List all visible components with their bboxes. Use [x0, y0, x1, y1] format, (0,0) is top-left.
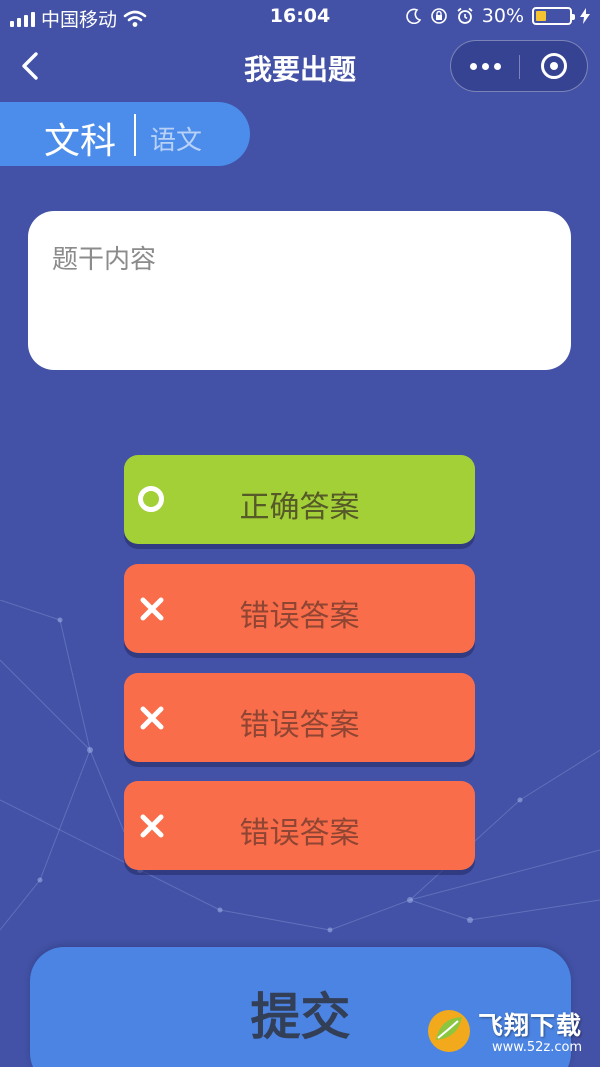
category-selector[interactable]: 文科 语文	[0, 102, 250, 166]
answer-label: 错误答案	[239, 708, 360, 743]
question-stem-input[interactable]	[28, 211, 571, 370]
category-divider	[134, 114, 136, 156]
battery-level-fill	[536, 11, 546, 21]
category-main-label: 文科	[44, 121, 117, 162]
status-bar: 中国移动 16:04 30%	[0, 0, 600, 34]
mini-program-capsule	[450, 40, 588, 92]
answer-label: 错误答案	[239, 599, 360, 634]
status-right: 30%	[406, 5, 590, 27]
watermark-domain: www.52z.com	[492, 1040, 583, 1055]
battery-percent: 30%	[481, 5, 524, 27]
watermark-text: 飞翔下载	[478, 1011, 583, 1040]
battery-icon	[532, 7, 575, 25]
navigation-bar: 我要出题	[0, 34, 600, 98]
correct-answer-input[interactable]: 正确答案	[124, 455, 475, 544]
answer-label: 正确答案	[239, 490, 360, 525]
charging-bolt-icon	[580, 8, 590, 24]
alarm-icon	[457, 7, 473, 24]
category-sub-label: 语文	[150, 126, 203, 156]
leaf-logo-icon	[428, 1010, 470, 1052]
wrong-answer-input-1[interactable]: 错误答案	[124, 564, 475, 653]
target-circle-icon	[541, 53, 567, 79]
watermark: 飞翔下载 www.52z.com	[420, 1000, 598, 1062]
question-box	[28, 211, 571, 370]
answer-label: 错误答案	[239, 816, 360, 851]
wrong-answer-input-2[interactable]: 错误答案	[124, 673, 475, 762]
more-dots-icon	[469, 62, 477, 70]
rotation-lock-icon	[430, 8, 447, 24]
more-button[interactable]	[451, 41, 519, 91]
wrong-answer-input-3[interactable]: 错误答案	[124, 781, 475, 870]
close-miniprogram-button[interactable]	[520, 41, 588, 91]
moon-icon	[406, 8, 422, 24]
